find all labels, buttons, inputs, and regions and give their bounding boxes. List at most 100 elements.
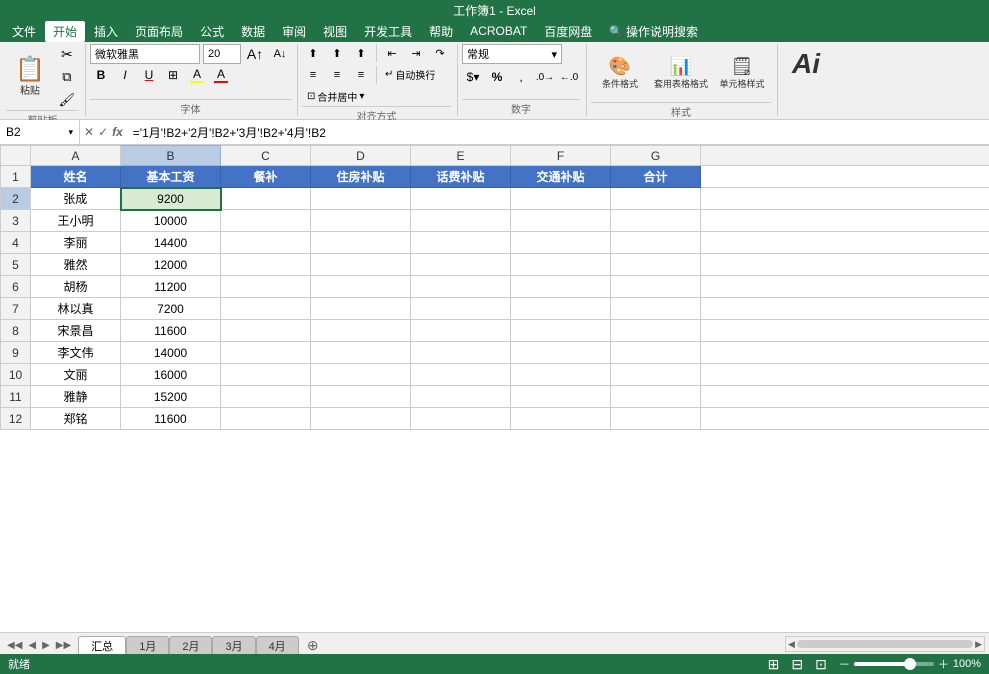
format-painter-button[interactable]: 🖌 bbox=[56, 90, 78, 110]
menu-formula[interactable]: 公式 bbox=[192, 21, 232, 42]
tab-feb[interactable]: 2月 bbox=[169, 636, 212, 654]
cell-F8[interactable] bbox=[511, 320, 611, 342]
cell-E2[interactable] bbox=[411, 188, 511, 210]
cell-D9[interactable] bbox=[311, 342, 411, 364]
scroll-left-arrow[interactable]: ◀ bbox=[788, 639, 795, 650]
view-normal-button[interactable]: ⊞ bbox=[768, 656, 780, 673]
cell-B11[interactable]: 15200 bbox=[121, 386, 221, 408]
cell-B7[interactable]: 7200 bbox=[121, 298, 221, 320]
currency-button[interactable]: $▾ bbox=[462, 68, 484, 86]
tab-mar[interactable]: 3月 bbox=[212, 636, 255, 654]
cell-C4[interactable] bbox=[221, 232, 311, 254]
cell-E10[interactable] bbox=[411, 364, 511, 386]
menu-baidu[interactable]: 百度网盘 bbox=[536, 21, 600, 42]
cell-C12[interactable] bbox=[221, 408, 311, 430]
cell-B12[interactable]: 11600 bbox=[121, 408, 221, 430]
cell-C10[interactable] bbox=[221, 364, 311, 386]
insert-function-icon[interactable]: fx bbox=[112, 125, 123, 139]
zoom-slider[interactable]: － ＋ 100% bbox=[839, 656, 981, 672]
cell-B1[interactable]: 基本工资 bbox=[121, 166, 221, 188]
align-center-button[interactable]: ≡ bbox=[326, 66, 348, 84]
cancel-formula-icon[interactable]: ✕ bbox=[84, 125, 94, 139]
cell-A4[interactable]: 李丽 bbox=[31, 232, 121, 254]
font-size-input[interactable] bbox=[203, 44, 241, 64]
cell-A1[interactable]: 姓名 bbox=[31, 166, 121, 188]
cell-E5[interactable] bbox=[411, 254, 511, 276]
tab-summary[interactable]: 汇总 bbox=[78, 636, 126, 654]
col-header-D[interactable]: D bbox=[311, 146, 411, 166]
scroll-right-icon[interactable]: ▶▶ bbox=[53, 636, 74, 654]
formula-input[interactable]: ='1月'!B2+'2月'!B2+'3月'!B2+'4月'!B2 bbox=[127, 120, 989, 144]
italic-button[interactable]: I bbox=[114, 66, 136, 84]
menu-developer[interactable]: 开发工具 bbox=[356, 21, 420, 42]
cell-B10[interactable]: 16000 bbox=[121, 364, 221, 386]
cell-A9[interactable]: 李文伟 bbox=[31, 342, 121, 364]
cell-A12[interactable]: 郑铭 bbox=[31, 408, 121, 430]
cell-E9[interactable] bbox=[411, 342, 511, 364]
cell-G11[interactable] bbox=[611, 386, 701, 408]
tab-jan[interactable]: 1月 bbox=[126, 636, 169, 654]
cell-G1[interactable]: 合计 bbox=[611, 166, 701, 188]
cell-F10[interactable] bbox=[511, 364, 611, 386]
col-header-E[interactable]: E bbox=[411, 146, 511, 166]
cell-F9[interactable] bbox=[511, 342, 611, 364]
cell-B4[interactable]: 14400 bbox=[121, 232, 221, 254]
cell-B5[interactable]: 12000 bbox=[121, 254, 221, 276]
cell-G7[interactable] bbox=[611, 298, 701, 320]
view-layout-button[interactable]: ⊟ bbox=[791, 656, 803, 673]
cell-B2[interactable]: 9200 bbox=[121, 188, 221, 210]
zoom-minus[interactable]: － bbox=[839, 656, 850, 672]
align-top-center-button[interactable]: ⬆ bbox=[326, 44, 348, 62]
col-header-G[interactable]: G bbox=[611, 146, 701, 166]
col-header-B[interactable]: B bbox=[121, 146, 221, 166]
cell-F1[interactable]: 交通补贴 bbox=[511, 166, 611, 188]
table-format-button[interactable]: 📊 套用表格格式 bbox=[652, 44, 710, 102]
cell-B3[interactable]: 10000 bbox=[121, 210, 221, 232]
align-right-button[interactable]: ≡ bbox=[350, 66, 372, 84]
paste-button[interactable]: 📋 粘贴 bbox=[6, 44, 54, 110]
copy-button[interactable]: ⧉ bbox=[56, 67, 78, 87]
font-name-input[interactable] bbox=[90, 44, 200, 64]
cell-E11[interactable] bbox=[411, 386, 511, 408]
cell-D5[interactable] bbox=[311, 254, 411, 276]
cell-E1[interactable]: 话费补贴 bbox=[411, 166, 511, 188]
cell-D4[interactable] bbox=[311, 232, 411, 254]
align-top-left-button[interactable]: ⬆ bbox=[302, 44, 324, 62]
cell-G5[interactable] bbox=[611, 254, 701, 276]
cell-C7[interactable] bbox=[221, 298, 311, 320]
menu-help[interactable]: 帮助 bbox=[421, 21, 461, 42]
cell-G4[interactable] bbox=[611, 232, 701, 254]
cell-F12[interactable] bbox=[511, 408, 611, 430]
tab-apr[interactable]: 4月 bbox=[256, 636, 299, 654]
cell-B6[interactable]: 11200 bbox=[121, 276, 221, 298]
add-sheet-button[interactable]: ⊕ bbox=[303, 636, 323, 654]
menu-search[interactable]: 🔍 操作说明搜索 bbox=[601, 21, 706, 42]
cell-B8[interactable]: 11600 bbox=[121, 320, 221, 342]
cell-D6[interactable] bbox=[311, 276, 411, 298]
zoom-plus[interactable]: ＋ bbox=[938, 656, 949, 672]
cell-F4[interactable] bbox=[511, 232, 611, 254]
cell-A8[interactable]: 宋景昌 bbox=[31, 320, 121, 342]
cell-C2[interactable] bbox=[221, 188, 311, 210]
fill-color-button[interactable]: A bbox=[186, 66, 208, 84]
cell-E7[interactable] bbox=[411, 298, 511, 320]
cell-D2[interactable] bbox=[311, 188, 411, 210]
col-header-F[interactable]: F bbox=[511, 146, 611, 166]
cell-A6[interactable]: 胡杨 bbox=[31, 276, 121, 298]
cell-D3[interactable] bbox=[311, 210, 411, 232]
col-header-A[interactable]: A bbox=[31, 146, 121, 166]
number-format-dropdown[interactable]: 常规 ▾ bbox=[462, 44, 562, 64]
cell-C8[interactable] bbox=[221, 320, 311, 342]
cell-reference-box[interactable]: B2 ▾ bbox=[0, 120, 80, 144]
align-top-right-button[interactable]: ⬆ bbox=[350, 44, 372, 62]
cell-D10[interactable] bbox=[311, 364, 411, 386]
cell-C9[interactable] bbox=[221, 342, 311, 364]
menu-review[interactable]: 审阅 bbox=[274, 21, 314, 42]
cell-G9[interactable] bbox=[611, 342, 701, 364]
scroll-prev-icon[interactable]: ◀ bbox=[25, 636, 39, 654]
text-direction-button[interactable]: ↷ bbox=[429, 44, 451, 62]
cell-E4[interactable] bbox=[411, 232, 511, 254]
cell-F5[interactable] bbox=[511, 254, 611, 276]
cell-C6[interactable] bbox=[221, 276, 311, 298]
decrease-indent-button[interactable]: ⇤ bbox=[381, 44, 403, 62]
